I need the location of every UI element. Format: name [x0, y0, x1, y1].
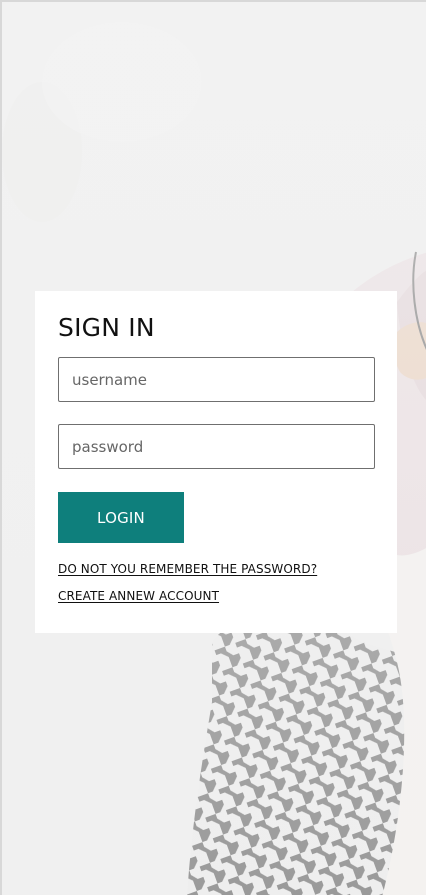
login-page: SIGN IN LOGIN DO NOT YOU REMEMBER THE PA… [0, 0, 426, 895]
create-account-link[interactable]: CREATE ANNEW ACCOUNT [58, 589, 219, 603]
login-card: SIGN IN LOGIN DO NOT YOU REMEMBER THE PA… [35, 291, 397, 633]
login-button[interactable]: LOGIN [58, 492, 184, 543]
username-input[interactable] [58, 357, 375, 402]
forgot-password-link[interactable]: DO NOT YOU REMEMBER THE PASSWORD? [58, 562, 317, 576]
sign-in-title: SIGN IN [58, 313, 155, 342]
password-input[interactable] [58, 424, 375, 469]
